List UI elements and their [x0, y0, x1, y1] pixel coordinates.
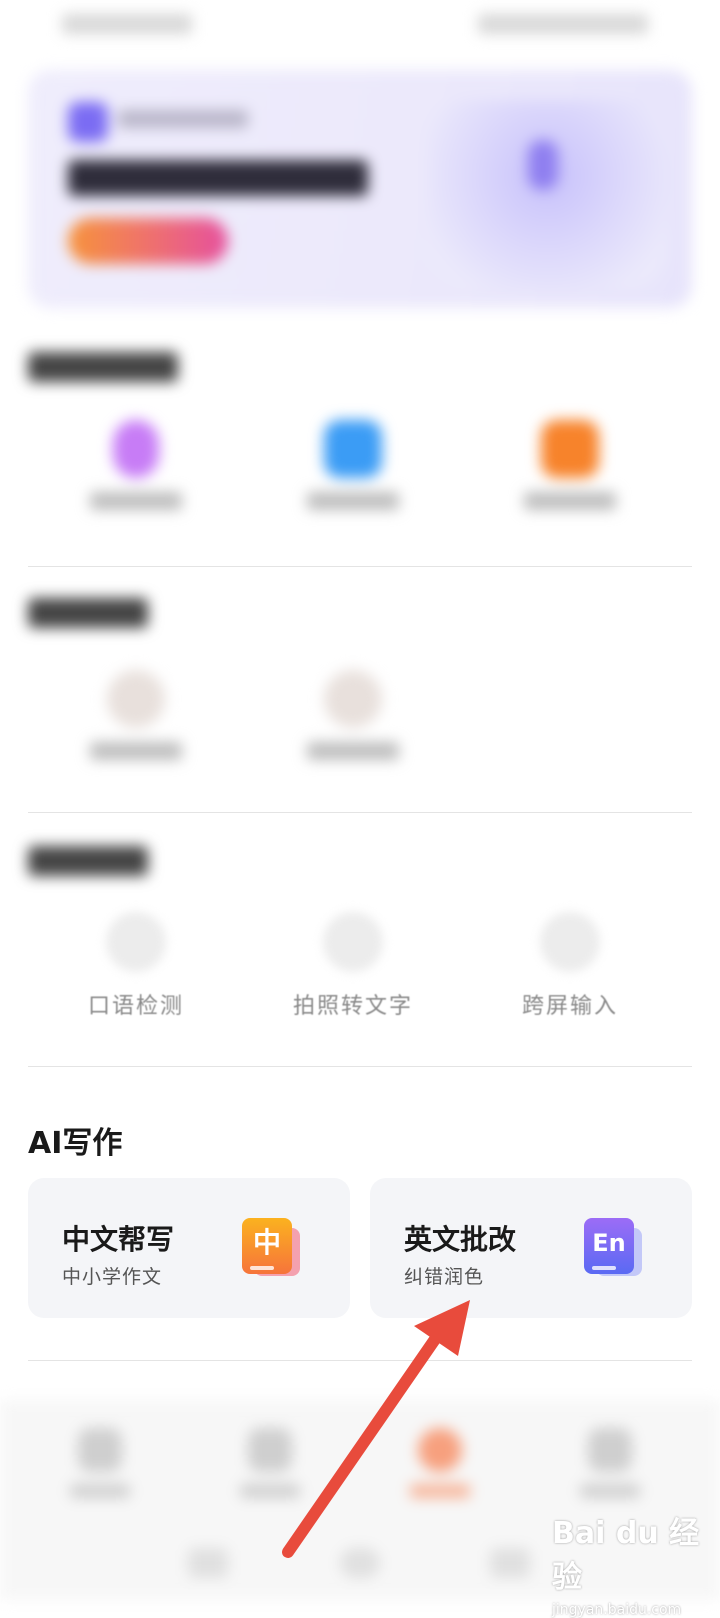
brush-icon: [248, 1428, 292, 1472]
section-title-2: [28, 598, 148, 628]
folder-icon: [324, 420, 382, 478]
camera-ocr-icon: [323, 912, 383, 972]
nav-item-2[interactable]: [210, 1428, 330, 1498]
banner-illustration: [428, 100, 668, 290]
tool-item-cross-screen[interactable]: 跨屏输入: [490, 912, 650, 1020]
english-correction-card[interactable]: 英文批改 纠错润色 En: [370, 1178, 692, 1318]
cross-screen-icon: [540, 912, 600, 972]
banner-brand: [118, 110, 248, 128]
tool-item-speaking-check[interactable]: 口语检测: [56, 912, 216, 1020]
home-icon: [78, 1428, 122, 1472]
card-subtitle: 纠错润色: [404, 1266, 485, 1288]
item-label: [307, 742, 399, 760]
nav-item-me[interactable]: [550, 1428, 670, 1498]
section-1-item[interactable]: [56, 420, 216, 510]
translate-icon: [107, 670, 165, 728]
recent-system-icon[interactable]: [490, 1548, 530, 1578]
section-1-row: [28, 420, 692, 540]
section-1-item[interactable]: [490, 420, 650, 510]
status-left: [62, 14, 192, 34]
translate-icon: [324, 670, 382, 728]
mic-icon: [113, 420, 159, 478]
status-bar: [0, 0, 720, 50]
promo-banner[interactable]: [28, 70, 692, 308]
section-title-ai-writing: AI写作: [28, 1126, 123, 1161]
baidu-watermark: Bai du 经验 jingyan.baidu.com: [552, 1508, 712, 1618]
item-label: [90, 742, 182, 760]
card-title: 英文批改: [404, 1223, 517, 1256]
tool-label: 跨屏输入: [521, 994, 618, 1019]
app-logo-icon: [68, 102, 108, 142]
section-title-1: [28, 352, 178, 382]
card-subtitle: 中小学作文: [62, 1266, 163, 1288]
watermark-url: jingyan.baidu.com: [552, 1602, 682, 1618]
section-2-row: [28, 670, 692, 790]
item-label: [524, 492, 616, 510]
divider: [28, 566, 692, 567]
section-2-item[interactable]: [56, 670, 216, 760]
tool-item-photo-to-text[interactable]: 拍照转文字: [273, 912, 433, 1020]
section-2-item[interactable]: [273, 670, 433, 760]
section-title-3: [28, 846, 148, 876]
divider: [28, 1066, 692, 1067]
mic-check-icon: [106, 912, 166, 972]
card-title: 中文帮写: [62, 1223, 175, 1256]
section-3-row: 口语检测 拍照转文字 跨屏输入: [28, 912, 692, 1042]
back-system-icon[interactable]: [188, 1548, 228, 1578]
orange-app-icon: [541, 420, 599, 478]
item-label: [307, 492, 399, 510]
banner-cta-button[interactable]: [68, 218, 228, 264]
english-correction-icon: En: [584, 1218, 642, 1278]
nav-item-home[interactable]: [40, 1428, 160, 1498]
divider: [28, 812, 692, 813]
profile-icon: [588, 1428, 632, 1472]
item-label: [90, 492, 182, 510]
status-right: [478, 14, 648, 34]
tool-label: 口语检测: [87, 994, 184, 1019]
active-tab-icon: [418, 1428, 462, 1472]
home-system-icon[interactable]: [340, 1548, 380, 1578]
banner-title: [68, 160, 368, 196]
chinese-writing-icon: 中: [242, 1218, 300, 1278]
watermark-brand: Bai du 经验: [552, 1516, 700, 1595]
divider: [28, 1360, 692, 1361]
chinese-writing-card[interactable]: 中文帮写 中小学作文 中: [28, 1178, 350, 1318]
nav-item-active[interactable]: [380, 1428, 500, 1498]
section-1-item[interactable]: [273, 420, 433, 510]
tool-label: 拍照转文字: [292, 994, 413, 1019]
